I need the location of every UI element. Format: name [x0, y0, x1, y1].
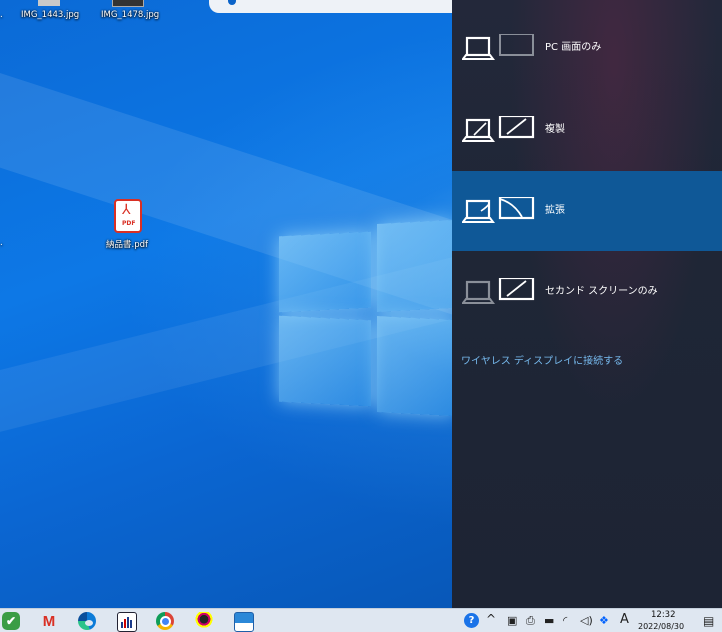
second-screen-only-icon [462, 278, 535, 304]
project-option-extend[interactable]: 拡張 [452, 171, 722, 251]
chevron-up-icon[interactable]: ^ [486, 612, 496, 626]
battery-icon[interactable]: ▬ [544, 614, 554, 627]
desktop-icon-label[interactable]: 納品書.pdf [106, 238, 148, 250]
project-option-label: PC 画面のみ [545, 42, 602, 53]
ime-indicator[interactable]: A [620, 612, 629, 627]
tray-app-icon[interactable]: ▣ [507, 614, 517, 627]
photos-icon[interactable] [234, 612, 254, 632]
image-file-icon[interactable] [112, 0, 144, 7]
clock-time[interactable]: 12:32 [651, 610, 676, 620]
pdf-badge: PDF [122, 220, 136, 227]
wifi-icon[interactable]: ◜ [563, 614, 567, 627]
pdf-file-icon[interactable]: ⅄ PDF [114, 199, 142, 233]
pc-screen-only-icon [462, 34, 534, 60]
edge-icon[interactable] [78, 612, 96, 630]
app-green-icon[interactable]: ✔ [2, 612, 20, 630]
project-option-label: 複製 [545, 124, 565, 135]
extend-icon [462, 197, 535, 223]
windows-logo-pane [279, 315, 371, 407]
duplicate-icon [462, 116, 535, 142]
windows-logo-pane [377, 220, 453, 312]
desktop-icon-label-fragment: . [0, 238, 3, 248]
chart-bars-icon [121, 617, 132, 628]
chrome-icon[interactable] [156, 612, 174, 630]
gmail-icon[interactable]: M [40, 612, 58, 630]
notification-icon[interactable]: ▤ [703, 614, 714, 628]
help-icon[interactable]: ? [464, 613, 479, 628]
tray-device-icon[interactable]: ⎙ [526, 614, 535, 628]
character-app-icon[interactable] [195, 612, 213, 630]
windows-logo-pane [377, 316, 453, 416]
project-option-duplicate[interactable]: 複製 [452, 90, 722, 170]
project-option-label: セカンド スクリーンのみ [545, 286, 658, 297]
chart-app-icon[interactable] [117, 612, 137, 632]
project-option-pc-screen-only[interactable]: PC 画面のみ [452, 8, 722, 88]
project-option-second-screen-only[interactable]: セカンド スクリーンのみ [452, 252, 722, 332]
connect-wireless-display-link[interactable]: ワイヤレス ディスプレイに接続する [461, 352, 623, 367]
acrobat-icon: ⅄ [122, 202, 131, 218]
taskbar: ✔ M ? ^ ▣ ⎙ ▬ ◜ ◁) ❖ A 12:32 2022/08/30 … [0, 608, 722, 632]
image-file-icon[interactable] [38, 0, 60, 6]
volume-icon[interactable]: ◁) [580, 614, 593, 627]
desktop-icon-label[interactable]: IMG_1478.jpg [101, 10, 159, 20]
desktop-icon-label[interactable]: IMG_1443.jpg [21, 10, 79, 20]
windows-logo-pane [279, 231, 371, 313]
search-box-edge[interactable] [209, 0, 453, 13]
project-option-label: 拡張 [545, 205, 565, 216]
project-panel: PC 画面のみ 複製 拡張 セカンド スクリーンのみ ワイヤレス ディスプレイに… [452, 0, 722, 608]
dropbox-icon[interactable]: ❖ [599, 614, 609, 627]
desktop-icon-label-fragment: . [0, 10, 3, 20]
